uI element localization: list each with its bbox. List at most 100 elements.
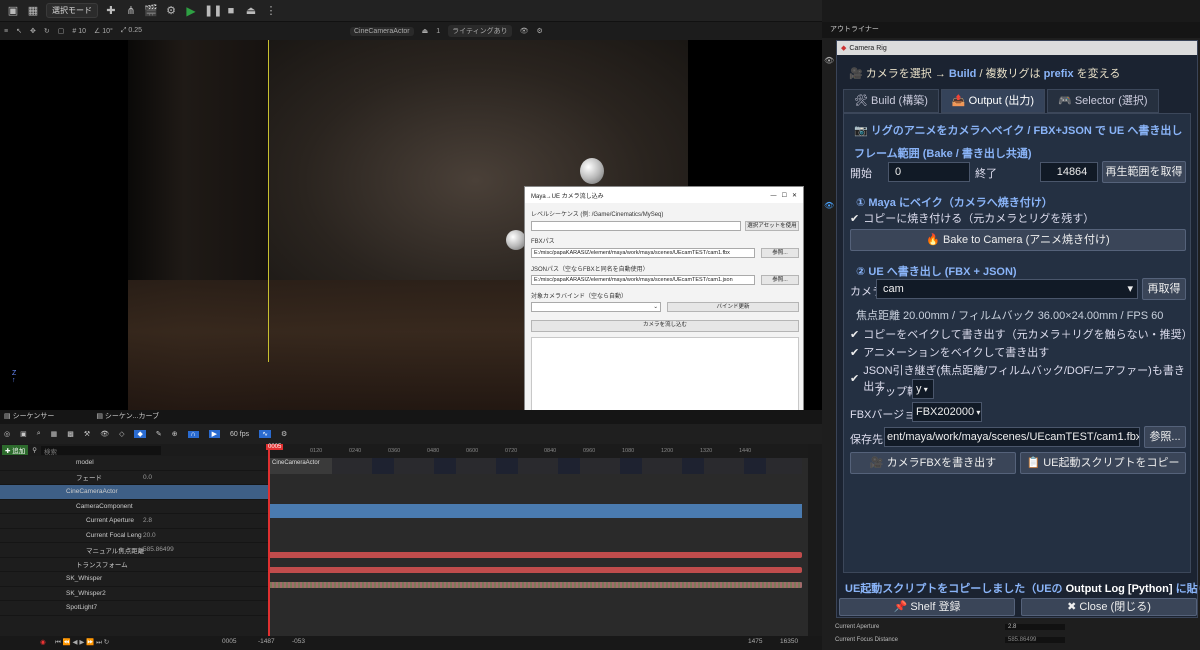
- playhead[interactable]: [268, 444, 270, 636]
- track-row[interactable]: Current Focal Leng 20.0: [0, 529, 268, 543]
- json-browse-button[interactable]: 参照...: [761, 275, 799, 285]
- bake-anim-checkbox[interactable]: ✔ アニメーションをベイクして書き出す: [850, 344, 1049, 360]
- angle-snap[interactable]: ∠ 10°: [94, 27, 113, 35]
- more-icon[interactable]: ⋮: [264, 4, 278, 17]
- tab-output[interactable]: 📤 Output (出力): [940, 89, 1046, 113]
- scale-snap[interactable]: ⤢ 0.25: [121, 27, 142, 35]
- fps-dropdown[interactable]: 60 fps: [230, 431, 249, 438]
- save-icon[interactable]: ▣: [20, 430, 27, 438]
- minimize-icon[interactable]: —: [771, 193, 777, 199]
- outliner-tab[interactable]: アウトライナー: [822, 22, 1200, 38]
- quickadd-icon[interactable]: ✚: [104, 4, 118, 17]
- rotate-icon[interactable]: ↻: [44, 27, 50, 35]
- sequencer-timeline[interactable]: 0120 0240 0360 0480 0600 0720 0840 0960 1080 1200…: [266, 444, 808, 636]
- bind-update-button[interactable]: バインド更新: [667, 302, 799, 312]
- detail-value[interactable]: 585.86499: [1005, 636, 1065, 643]
- aperture-keys[interactable]: [268, 552, 802, 558]
- record-icon[interactable]: ◉: [40, 638, 46, 646]
- range-start[interactable]: -1487: [258, 638, 275, 645]
- camera-actor-dropdown[interactable]: CineCameraActor: [349, 26, 414, 36]
- close-rig-button[interactable]: ✖ Close (閉じる): [1021, 598, 1197, 616]
- brush-icon[interactable]: ✎: [156, 430, 162, 438]
- track-row[interactable]: model: [0, 456, 268, 471]
- tab-curve[interactable]: シーケン...カーブ: [105, 413, 159, 420]
- focal-length-keys[interactable]: [268, 567, 802, 573]
- lighting-dropdown[interactable]: ライティングあり: [448, 25, 512, 37]
- get-range-button[interactable]: 再生範囲を取得: [1102, 161, 1186, 183]
- light-gizmo-2[interactable]: [506, 230, 526, 250]
- key-icon[interactable]: ◇: [119, 430, 124, 438]
- content-icon[interactable]: ▦: [26, 4, 40, 17]
- search-icon[interactable]: ⌕: [37, 430, 41, 438]
- camera-dropdown[interactable]: cam ▾: [876, 279, 1138, 299]
- magnet-icon[interactable]: ∩: [187, 430, 199, 438]
- fbx-path-input[interactable]: E:/misc/papaKARASIZ/element/maya/work/ma…: [531, 248, 755, 258]
- move-icon[interactable]: ✥: [30, 27, 36, 35]
- settings-icon[interactable]: ⚙: [537, 27, 543, 35]
- json-path-input[interactable]: E:/misc/papaKARASIZ/element/maya/work/ma…: [531, 275, 755, 285]
- bake-export-copy-checkbox[interactable]: ✔ コピーをベイクして書き出す（元カメラ＋リグを触らない・推奨）: [850, 326, 1193, 342]
- visibility-icon[interactable]: 👁: [824, 56, 834, 65]
- camera-icon[interactable]: ◎: [4, 430, 10, 438]
- light-gizmo[interactable]: [580, 158, 604, 184]
- track-row[interactable]: CameraComponent: [0, 500, 268, 514]
- close-icon[interactable]: ✕: [792, 193, 797, 199]
- copy-ue-script-button[interactable]: 📋 UE起動スクリプトをコピー: [1020, 452, 1186, 474]
- selected-track-bar[interactable]: [268, 504, 802, 518]
- grid-snap[interactable]: # 10: [72, 28, 86, 35]
- tab-sequencer[interactable]: シーケンサー: [13, 413, 55, 420]
- tab-selector[interactable]: 🎮 Selector (選択): [1047, 89, 1159, 113]
- export-fbx-button[interactable]: 🎥 カメラFBXを書き出す: [850, 452, 1016, 474]
- pause-icon[interactable]: ❚❚: [204, 4, 222, 17]
- cinematics-icon[interactable]: 🎬: [144, 4, 158, 17]
- blueprint-icon[interactable]: ⋔: [124, 4, 138, 17]
- transport-controls[interactable]: ⏮ ⏪ ◀ ▶ ⏩ ⏭ ↻: [55, 638, 109, 647]
- end-frame-input[interactable]: 14864: [1040, 162, 1098, 182]
- camera-count[interactable]: 1: [436, 28, 440, 35]
- track-row[interactable]: マニュアル焦点距離 585.86499: [0, 543, 268, 558]
- view-icon[interactable]: 👁: [100, 430, 109, 438]
- snap-icon[interactable]: ⊕: [172, 430, 178, 438]
- show-icon[interactable]: 👁: [520, 27, 529, 35]
- bind-dropdown[interactable]: ⌄: [531, 302, 661, 312]
- maximize-icon[interactable]: ☐: [782, 193, 787, 199]
- track-value[interactable]: 20.0: [143, 532, 156, 539]
- track-row[interactable]: Current Aperture 2.8: [0, 514, 268, 529]
- track-row[interactable]: SK_Whisper: [0, 572, 268, 587]
- track-row[interactable]: トランスフォーム: [0, 558, 268, 572]
- start-frame-input[interactable]: 0: [888, 162, 970, 182]
- add-track-button[interactable]: ✚ 追加: [2, 445, 29, 455]
- track-value[interactable]: 2.8: [143, 517, 152, 524]
- render-icon[interactable]: ▩: [67, 430, 74, 438]
- up-axis-dropdown[interactable]: y ▾: [912, 379, 934, 399]
- track-row[interactable]: CineCameraActor: [0, 485, 268, 500]
- transform-keys[interactable]: [268, 582, 802, 588]
- fbx-browse-button[interactable]: 参照...: [761, 248, 799, 258]
- shelf-register-button[interactable]: 📌 Shelf 登録: [839, 598, 1015, 616]
- scale-icon[interactable]: ▢: [58, 27, 65, 35]
- view-end[interactable]: 1475: [748, 638, 762, 645]
- tools-icon[interactable]: ⚒: [84, 430, 90, 438]
- eject-icon[interactable]: ⏏: [244, 4, 258, 17]
- save-icon[interactable]: ▣: [6, 4, 20, 17]
- range-end[interactable]: 16350: [780, 638, 798, 645]
- menu-icon[interactable]: ≡: [4, 28, 8, 35]
- timeline-ruler[interactable]: 0120 0240 0360 0480 0600 0720 0840 0960 1080 1200…: [268, 444, 808, 458]
- camera-cut-track[interactable]: CineCameraActor: [268, 458, 802, 474]
- track-row[interactable]: SK_Whisper2: [0, 587, 268, 601]
- settings-icon[interactable]: ⚙: [164, 4, 178, 17]
- bake-to-camera-button[interactable]: 🔥 Bake to Camera (アニメ焼き付け): [850, 229, 1186, 251]
- current-frame[interactable]: 0005: [222, 638, 236, 645]
- autokey-icon[interactable]: ◆: [134, 430, 146, 438]
- view-start[interactable]: -053: [292, 638, 305, 645]
- play-icon[interactable]: ▶: [184, 4, 198, 18]
- fbx-version-dropdown[interactable]: FBX202000 ▾: [912, 402, 982, 422]
- eject-pilot-icon[interactable]: ⏏: [422, 27, 429, 35]
- settings-icon[interactable]: ⚙: [281, 430, 287, 438]
- stop-icon[interactable]: ■: [224, 5, 238, 17]
- mode-dropdown[interactable]: 選択モード: [46, 3, 98, 18]
- level-seq-input[interactable]: [531, 221, 741, 231]
- play-range-icon[interactable]: ▶: [208, 430, 221, 438]
- track-value[interactable]: 0.0: [143, 474, 152, 481]
- bake-copy-checkbox[interactable]: ✔ コピーに焼き付ける（元カメラとリグを残す）: [850, 210, 1094, 226]
